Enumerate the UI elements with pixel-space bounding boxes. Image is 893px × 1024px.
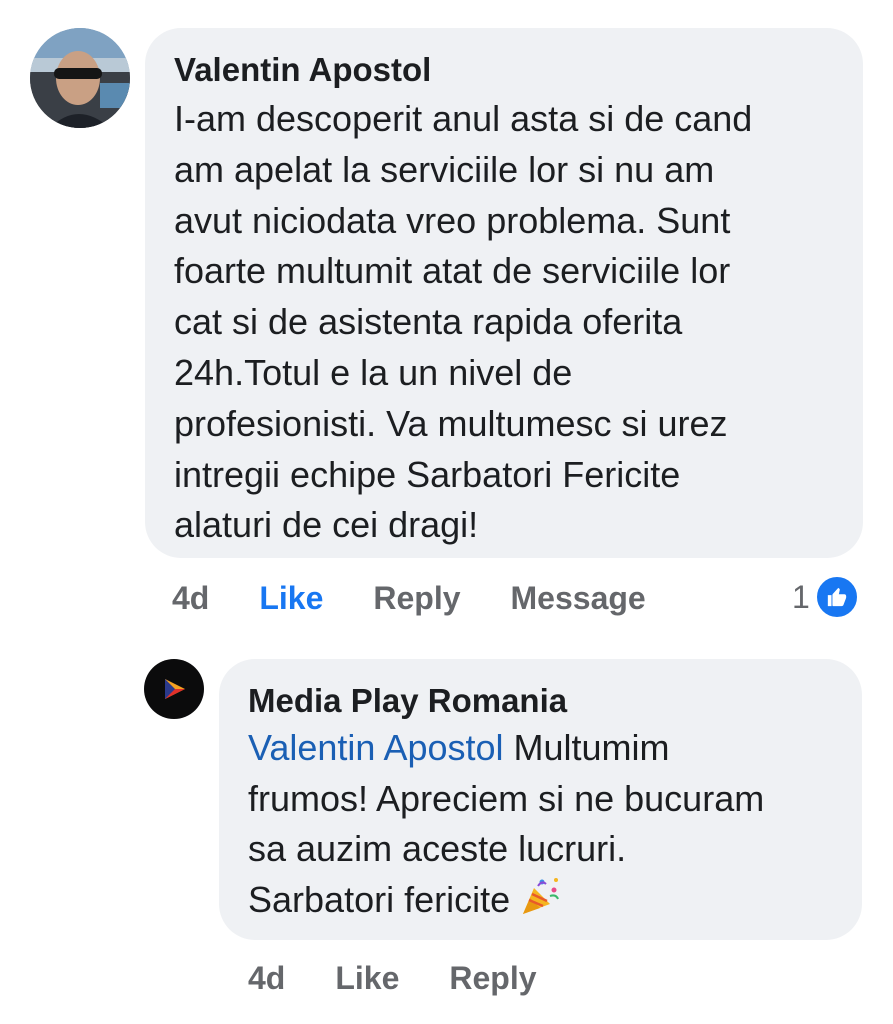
- like-button[interactable]: Like: [335, 960, 399, 997]
- play-logo-icon: [165, 679, 185, 699]
- comment-actions: 4d Like Reply Message: [172, 573, 696, 623]
- reply-button[interactable]: Reply: [449, 960, 536, 997]
- thumbs-up-icon: [813, 574, 860, 620]
- comment-time[interactable]: 4d: [172, 580, 209, 617]
- reaction-count: 1: [792, 578, 810, 615]
- page-avatar[interactable]: [144, 659, 204, 719]
- reply-author[interactable]: Media Play Romania: [248, 679, 838, 723]
- reply-text-line: Multumim: [503, 727, 670, 768]
- reply-text-line: frumos! Apreciem si ne bucuram: [248, 777, 765, 819]
- reply-bubble: Media Play Romania Valentin Apostol Mult…: [219, 659, 862, 940]
- reply-button[interactable]: Reply: [373, 580, 460, 617]
- comment-bubble: Valentin Apostol I-am descoperit anul as…: [145, 28, 863, 558]
- party-popper-icon: [520, 876, 562, 916]
- avatar[interactable]: [30, 28, 130, 128]
- reaction-summary[interactable]: 1: [792, 574, 860, 620]
- comment-text: I-am descoperit anul asta si de cand am …: [174, 98, 753, 546]
- reply-text: Valentin Apostol Multumim frumos! Aprecie…: [248, 723, 838, 925]
- reply-text-line: sa auzim aceste lucruri.: [248, 828, 627, 869]
- comment-thread: Valentin Apostol I-am descoperit anul as…: [0, 0, 893, 1024]
- message-button[interactable]: Message: [511, 580, 646, 617]
- like-button[interactable]: Like: [259, 580, 323, 617]
- comment-author[interactable]: Valentin Apostol: [174, 48, 835, 92]
- reply-actions: 4d Like Reply: [248, 953, 587, 1003]
- reply-time[interactable]: 4d: [248, 960, 285, 997]
- reply-text-line: Sarbatori fericite: [248, 878, 521, 920]
- mention-link[interactable]: Valentin Apostol: [248, 727, 504, 768]
- profile-photo: [30, 28, 130, 128]
